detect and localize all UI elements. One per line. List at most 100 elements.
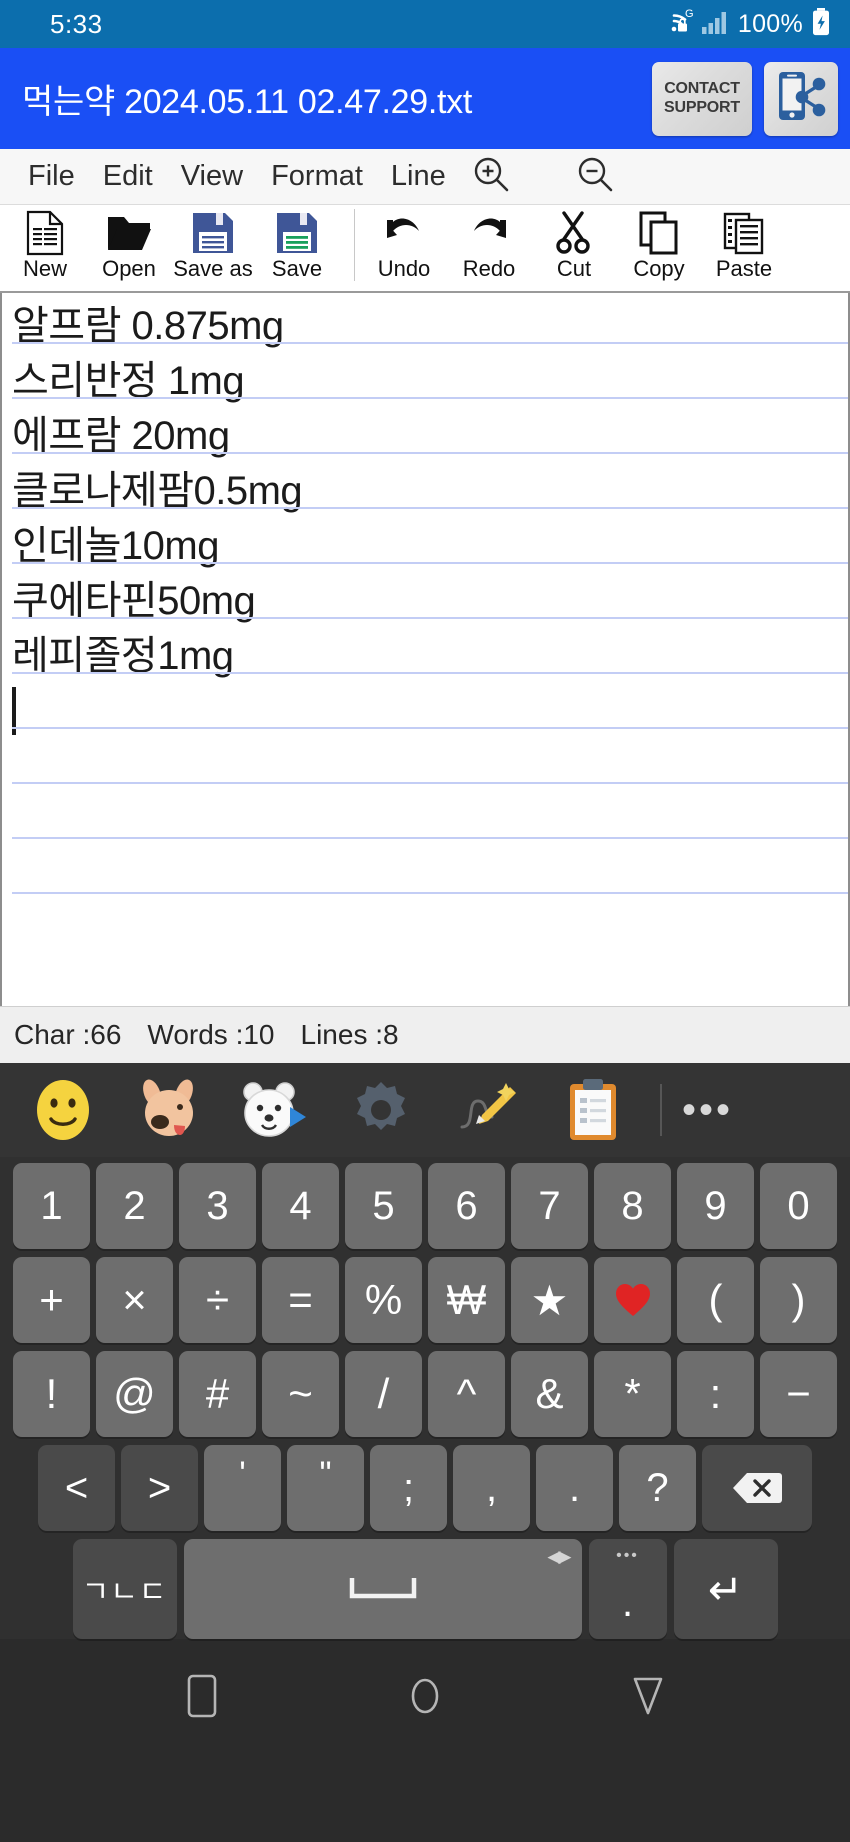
key-5[interactable]: 5 — [345, 1163, 422, 1249]
key-colon[interactable]: : — [677, 1351, 754, 1437]
word-count-label: Words :10 — [147, 1019, 275, 1050]
zoom-in-button[interactable] — [460, 155, 522, 198]
toolbar-new-label: New — [22, 256, 67, 281]
status-indicators: G 100% — [660, 7, 832, 42]
key-6[interactable]: 6 — [428, 1163, 505, 1249]
toolbar-new-button[interactable]: New — [10, 209, 80, 280]
editor-line[interactable]: 클로나제팜0.5mg — [12, 464, 848, 519]
key-divide[interactable]: ÷ — [179, 1257, 256, 1343]
editor-line[interactable]: 알프람 0.875mg — [12, 299, 848, 354]
key-caret[interactable]: ^ — [428, 1351, 505, 1437]
key-question[interactable]: ? — [619, 1445, 696, 1531]
key-multiply[interactable]: × — [96, 1257, 173, 1343]
key-apostrophe[interactable]: ' — [204, 1445, 281, 1531]
toolbar-redo-button[interactable]: Redo — [454, 209, 524, 280]
menu-item-file[interactable]: File — [14, 160, 89, 193]
zoom-out-button[interactable] — [564, 155, 626, 198]
toolbar-open-button[interactable]: Open — [94, 209, 164, 280]
key-quote[interactable]: " — [287, 1445, 364, 1531]
emoji-dog-sticker-icon[interactable] — [130, 1071, 208, 1149]
menu-item-edit[interactable]: Edit — [89, 160, 167, 193]
key-won[interactable]: ₩ — [428, 1257, 505, 1343]
keyboard-row-punctuation: < > ' " ; , . ? — [6, 1445, 844, 1531]
share-app-button[interactable] — [764, 61, 838, 136]
editor-line[interactable]: 쿠에타핀50mg — [12, 574, 848, 629]
editor-line[interactable]: 에프람 20mg — [12, 409, 848, 464]
clipboard-icon[interactable] — [554, 1071, 632, 1149]
nav-back-button[interactable] — [608, 1658, 688, 1738]
toolbar-save-label: Save — [271, 256, 323, 281]
editor-line-cursor[interactable] — [12, 684, 848, 739]
key-hash[interactable]: # — [179, 1351, 256, 1437]
keyboard-row-symbols: ! @ # ~ / ^ & * : − — [6, 1351, 844, 1437]
key-period[interactable]: . — [536, 1445, 613, 1531]
key-at[interactable]: @ — [96, 1351, 173, 1437]
editor-line[interactable]: 인데놀10mg — [12, 519, 848, 574]
key-enter[interactable]: ↵ — [673, 1539, 778, 1639]
emoji-bear-gif-icon[interactable] — [236, 1071, 314, 1149]
key-paren-open[interactable]: ( — [677, 1257, 754, 1343]
key-1[interactable]: 1 — [13, 1163, 90, 1249]
key-2[interactable]: 2 — [96, 1163, 173, 1249]
key-slash[interactable]: / — [345, 1351, 422, 1437]
toolbar-redo-label: Redo — [462, 256, 516, 281]
editor-line[interactable]: 스리반정 1mg — [12, 354, 848, 409]
key-greater-than[interactable]: > — [121, 1445, 198, 1531]
editor-line[interactable]: 레피졸정1mg — [12, 629, 848, 684]
key-9[interactable]: 9 — [677, 1163, 754, 1249]
key-tilde[interactable]: ~ — [262, 1351, 339, 1437]
key-8[interactable]: 8 — [594, 1163, 671, 1249]
key-heart[interactable] — [594, 1257, 671, 1343]
key-paren-close[interactable]: ) — [760, 1257, 837, 1343]
text-editor-content[interactable]: 알프람 0.875mg 스리반정 1mg 에프람 20mg 클로나제팜0.5mg… — [2, 293, 848, 904]
toolbar-copy-button[interactable]: Copy — [624, 209, 694, 280]
key-language-korean[interactable]: ㄱㄴㄷ — [72, 1539, 177, 1639]
contact-support-line1: CONTACT — [664, 79, 740, 97]
toolbar-save-as-button[interactable]: Save as — [173, 209, 253, 280]
menu-item-line[interactable]: Line — [377, 160, 460, 193]
handwriting-pen-icon[interactable] — [448, 1071, 526, 1149]
menu-item-view[interactable]: View — [167, 160, 257, 193]
key-plus[interactable]: + — [13, 1257, 90, 1343]
editor-line-empty[interactable] — [12, 739, 848, 794]
editor-line-empty[interactable] — [12, 849, 848, 904]
keyboard-more-button[interactable]: ••• — [682, 1088, 733, 1133]
key-space[interactable]: ◀▶ — [183, 1539, 582, 1639]
key-7[interactable]: 7 — [511, 1163, 588, 1249]
key-minus[interactable]: − — [760, 1351, 837, 1437]
contact-support-button[interactable]: CONTACT SUPPORT — [652, 61, 752, 136]
key-0[interactable]: 0 — [760, 1163, 837, 1249]
toolbar-save-button[interactable]: Save — [262, 209, 332, 280]
key-exclamation[interactable]: ! — [13, 1351, 90, 1437]
key-more-dots-icon: ••• — [616, 1547, 639, 1564]
char-count-label: Char :66 — [14, 1019, 122, 1050]
toolbar-copy-label: Copy — [633, 256, 685, 281]
key-backspace[interactable] — [702, 1445, 812, 1531]
key-star[interactable]: ★ — [511, 1257, 588, 1343]
zoom-in-icon — [472, 155, 510, 198]
key-ampersand[interactable]: & — [511, 1351, 588, 1437]
nav-recents-button[interactable] — [162, 1658, 242, 1738]
key-period-secondary[interactable]: ••• . — [588, 1539, 667, 1639]
toolbar-paste-button[interactable]: Paste — [709, 209, 779, 280]
backspace-icon — [733, 1473, 782, 1503]
back-triangle-icon — [627, 1673, 669, 1724]
redo-arrow-icon — [466, 209, 512, 257]
emoji-smiley-icon[interactable] — [24, 1071, 102, 1149]
key-asterisk[interactable]: * — [594, 1351, 671, 1437]
text-editor-area[interactable]: 알프람 0.875mg 스리반정 1mg 에프람 20mg 클로나제팜0.5mg… — [0, 293, 850, 1006]
key-3[interactable]: 3 — [179, 1163, 256, 1249]
toolbar-undo-button[interactable]: Undo — [369, 209, 439, 280]
key-percent[interactable]: % — [345, 1257, 422, 1343]
android-navigation-bar — [0, 1647, 850, 1749]
editor-line-empty[interactable] — [12, 794, 848, 849]
toolbar-cut-button[interactable]: Cut — [539, 209, 609, 280]
key-semicolon[interactable]: ; — [370, 1445, 447, 1531]
key-comma[interactable]: , — [453, 1445, 530, 1531]
key-equals[interactable]: = — [262, 1257, 339, 1343]
key-4[interactable]: 4 — [262, 1163, 339, 1249]
menu-item-format[interactable]: Format — [257, 160, 377, 193]
nav-home-button[interactable] — [385, 1658, 465, 1738]
key-less-than[interactable]: < — [38, 1445, 115, 1531]
settings-gear-icon[interactable] — [342, 1071, 420, 1149]
